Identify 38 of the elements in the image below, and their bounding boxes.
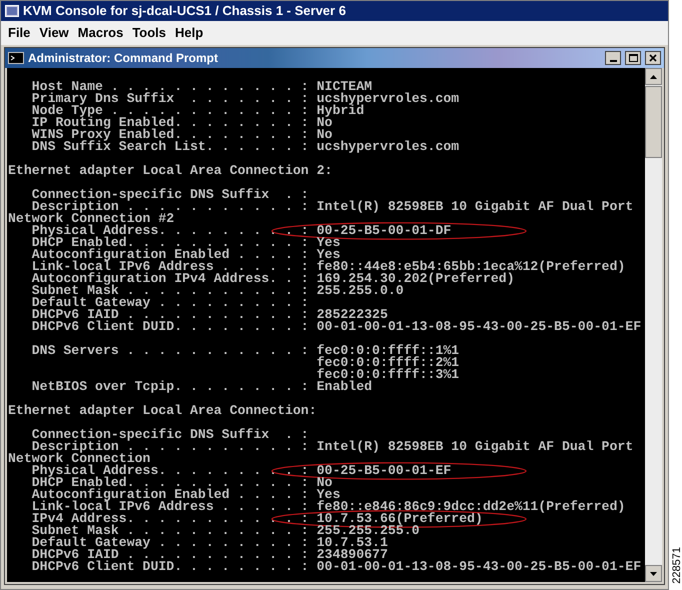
scroll-up-button[interactable] xyxy=(645,68,662,85)
console-line: Network Connection xyxy=(8,451,150,466)
console-line: Link-local IPv6 Address . . . . . : fe80::e846:86c9:9dcc:dd2e%11(Preferred) xyxy=(30,499,626,514)
console-icon xyxy=(8,52,24,64)
console-line: DHCPv6 Client DUID. . . . . . . . : 00-01-00-01-13-08-95-43-00-25-B5-00-01-EF xyxy=(30,559,642,574)
console-line: NetBIOS over Tcpip. . . . . . . . : Enabled xyxy=(30,379,372,394)
console-line: DNS Suffix Search List. . . . . . : ucshypervroles.com xyxy=(30,139,460,154)
menu-item[interactable]: File xyxy=(5,23,34,43)
inner-window-title: Administrator: Command Prompt xyxy=(28,50,220,67)
minimize-button[interactable] xyxy=(605,51,621,65)
console-line: fec0:0:0:ffff::3%1 xyxy=(316,367,460,382)
minimize-icon xyxy=(610,60,616,62)
console-line: Ethernet adapter Local Area Connection 2: xyxy=(8,163,332,178)
console-line: Default Gateway . . . . . . . . . : 10.7.53.1 xyxy=(30,535,388,550)
maximize-button[interactable] xyxy=(625,51,641,65)
scroll-thumb[interactable] xyxy=(645,86,662,158)
console-line: DHCPv6 Client DUID. . . . . . . . : 00-01-00-01-13-08-95-43-00-25-B5-00-01-EF xyxy=(30,319,642,334)
down-arrow-icon xyxy=(650,572,658,576)
console-line: Default Gateway . . . . . . . . . : xyxy=(30,295,309,310)
console-line: Network Connection #2 xyxy=(8,211,174,226)
window-icon xyxy=(5,5,19,17)
scrollbar[interactable] xyxy=(645,68,662,582)
up-arrow-icon xyxy=(650,74,658,78)
figure-number: 228571 xyxy=(670,547,682,584)
close-button[interactable] xyxy=(645,51,661,65)
close-icon xyxy=(649,54,657,62)
console-line: Ethernet adapter Local Area Connection: xyxy=(8,403,317,418)
menu-item[interactable]: Tools xyxy=(129,23,170,43)
console-line: Autoconfiguration IPv4 Address. . : 169.254.30.202(Preferred) xyxy=(30,271,514,286)
console-line: Primary Dns Suffix . . . . . . . : ucshypervroles.com xyxy=(30,91,460,106)
maximize-icon xyxy=(628,54,638,62)
menu-item[interactable]: Help xyxy=(172,23,206,43)
window-title: KVM Console for sj-dcal-UCS1 / Chassis 1 - Server 6 xyxy=(23,2,346,20)
menu-item[interactable]: View xyxy=(36,23,72,43)
scroll-down-button[interactable] xyxy=(645,565,662,582)
console-line: Connection-specific DNS Suffix . : xyxy=(30,427,309,442)
menu-item[interactable]: Macros xyxy=(74,23,126,43)
console-line: Connection-specific DNS Suffix . : xyxy=(30,187,309,202)
